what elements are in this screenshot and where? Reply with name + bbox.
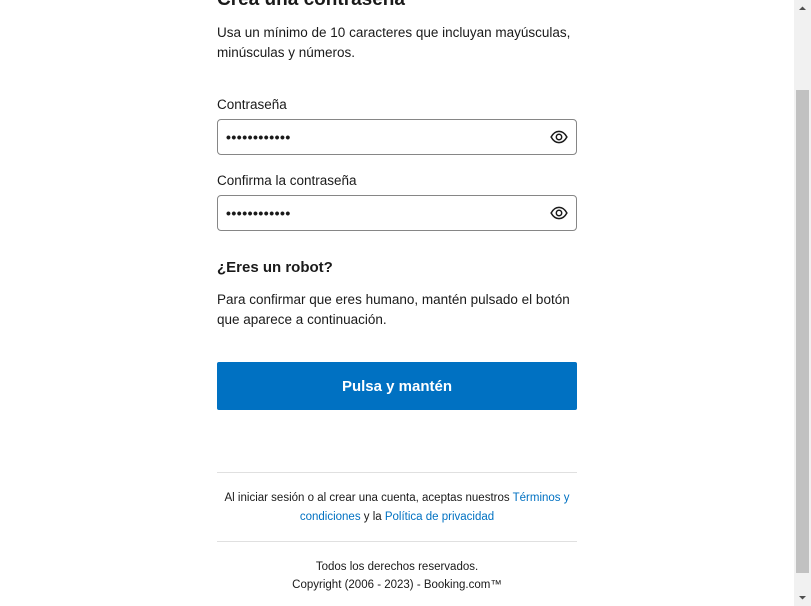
confirm-password-value: •••••••••••• — [226, 205, 291, 221]
vertical-scrollbar[interactable] — [794, 0, 811, 606]
legal-prefix: Al iniciar sesión o al crear una cuenta,… — [224, 492, 513, 504]
password-value: •••••••••••• — [226, 129, 291, 145]
page: Crea una contraseña Usa un mínimo de 10 … — [0, 0, 811, 606]
privacy-link[interactable]: Política de privacidad — [385, 511, 494, 523]
footer-rights: Todos los derechos reservados. — [315, 561, 479, 573]
legal-notice: Al iniciar sesión o al crear una cuenta,… — [217, 489, 577, 527]
robot-check-title: ¿Eres un robot? — [217, 259, 333, 276]
eye-icon[interactable] — [550, 204, 568, 222]
legal-middle: y la — [360, 511, 385, 523]
confirm-password-field[interactable]: •••••••••••• — [217, 195, 577, 231]
page-subtitle: Usa un mínimo de 10 caracteres que inclu… — [217, 25, 571, 60]
eye-icon[interactable] — [550, 128, 568, 146]
scrollbar-thumb[interactable] — [796, 90, 809, 573]
scroll-up-icon[interactable] — [794, 0, 811, 17]
scroll-down-icon[interactable] — [794, 589, 811, 606]
confirm-password-label: Confirma la contraseña — [217, 173, 357, 188]
footer: Todos los derechos reservados. Copyright… — [217, 558, 577, 594]
footer-copyright: Copyright (2006 - 2023) - Booking.com™ — [292, 579, 502, 591]
divider — [217, 472, 577, 473]
password-field[interactable]: •••••••••••• — [217, 119, 577, 155]
password-label: Contraseña — [217, 97, 287, 112]
robot-check-description: Para confirmar que eres humano, mantén p… — [217, 292, 570, 327]
press-and-hold-button[interactable]: Pulsa y mantén — [217, 362, 577, 410]
page-title: Crea una contraseña — [217, 0, 405, 12]
divider — [217, 541, 577, 542]
